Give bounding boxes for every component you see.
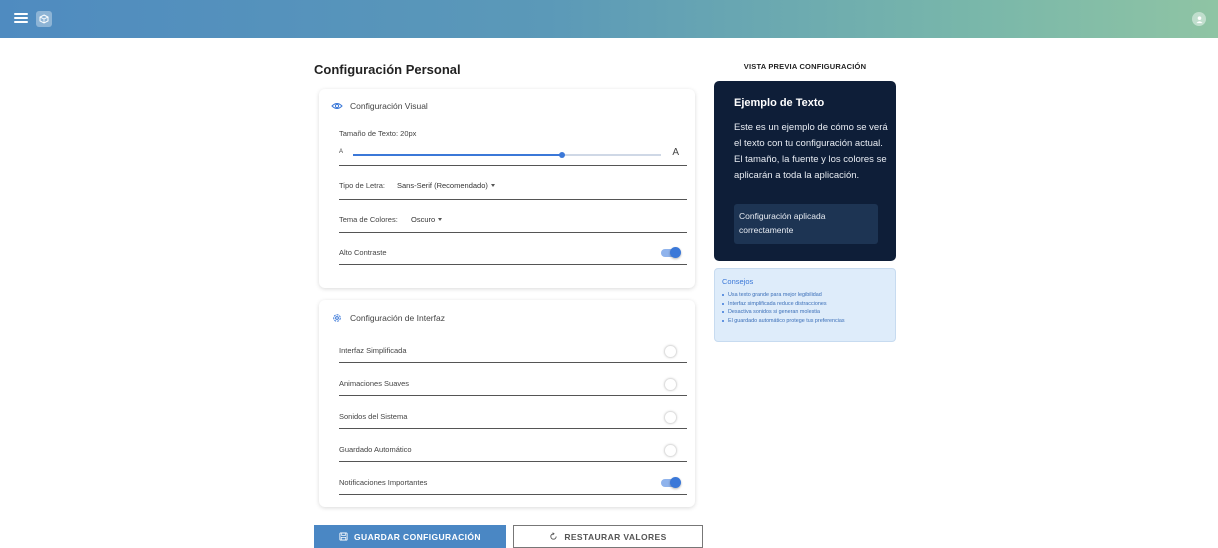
toggle-label: Guardado Automático xyxy=(339,445,412,454)
tip-text: Interfaz simplificada reduce distraccion… xyxy=(728,300,827,307)
slider-thumb[interactable] xyxy=(559,152,566,158)
save-settings-label: GUARDAR CONFIGURACIÓN xyxy=(354,531,481,542)
refresh-icon xyxy=(549,532,558,541)
important-notifications-toggle[interactable] xyxy=(661,477,681,488)
slider-track[interactable] xyxy=(353,152,661,158)
text-size-slider[interactable]: A A xyxy=(339,147,687,161)
visual-settings-heading: Configuración Visual xyxy=(331,100,428,112)
font-type-select[interactable]: Sans-Serif (Recomendado) xyxy=(397,179,687,200)
menu-icon[interactable] xyxy=(14,11,28,25)
preview-status-message: Configuración aplicada correctamente xyxy=(734,204,878,244)
app-logo-icon[interactable] xyxy=(36,11,52,27)
color-theme-value: Oscuro xyxy=(411,215,436,224)
visual-settings-title: Configuración Visual xyxy=(350,101,428,111)
high-contrast-row: Alto Contraste xyxy=(339,246,687,265)
color-theme-label: Tema de Colores: xyxy=(339,215,398,224)
toggle-label: Notificaciones Importantes xyxy=(339,478,428,487)
list-item: Desactiva sonidos si generan molestia xyxy=(722,308,845,317)
toggle-row: Animaciones Suaves xyxy=(339,375,687,396)
preview-title: Ejemplo de Texto xyxy=(734,97,825,109)
interface-settings-heading: Configuración de Interfaz xyxy=(331,312,445,324)
high-contrast-label: Alto Contraste xyxy=(339,248,387,257)
page-title: Configuración Personal xyxy=(314,62,461,77)
slider-fill xyxy=(353,154,563,156)
chevron-down-icon xyxy=(438,218,443,221)
toggle-label: Animaciones Suaves xyxy=(339,379,410,388)
list-item: Usa texto grande para mejor legibilidad xyxy=(722,291,845,300)
tip-text: El guardado automático protege tus prefe… xyxy=(728,317,845,324)
preview-body-text: Este es un ejemplo de cómo se verá el te… xyxy=(734,122,888,181)
toggle-label: Sonidos del Sistema xyxy=(339,412,408,421)
text-size-label: Tamaño de Texto: 20px xyxy=(339,129,417,138)
tip-text: Desactiva sonidos si generan molestia xyxy=(728,309,820,315)
tip-text: Usa texto grande para mejor legibilidad xyxy=(728,292,822,298)
save-settings-button[interactable]: GUARDAR CONFIGURACIÓN xyxy=(314,525,506,548)
chevron-down-icon xyxy=(490,184,495,187)
user-avatar-icon[interactable] xyxy=(1192,12,1206,26)
save-icon xyxy=(339,532,348,541)
preview-card: Ejemplo de Texto Este es un ejemplo de c… xyxy=(714,81,896,261)
preview-heading: VISTA PREVIA CONFIGURACIÓN xyxy=(743,62,867,71)
top-app-bar xyxy=(0,0,1218,38)
reset-values-button[interactable]: RESTAURAR VALORES xyxy=(513,525,703,548)
gear-icon xyxy=(331,312,343,324)
tips-card: Consejos Usa texto grande para mejor leg… xyxy=(714,268,896,342)
list-item: Interfaz simplificada reduce distraccion… xyxy=(722,300,845,309)
toggle-row: Interfaz Simplificada xyxy=(339,342,687,363)
text-size-row: Tamaño de Texto: 20px A A xyxy=(339,127,687,166)
interface-settings-card: Configuración de Interfaz Interfaz Simpl… xyxy=(319,300,695,507)
font-type-label: Tipo de Letra: xyxy=(339,181,385,190)
reset-values-label: RESTAURAR VALORES xyxy=(564,531,667,542)
font-type-value: Sans-Serif (Recomendado) xyxy=(397,181,488,190)
list-item: El guardado automático protege tus prefe… xyxy=(722,317,845,326)
toggle-row: Notificaciones Importantes xyxy=(339,474,687,495)
autosave-toggle[interactable] xyxy=(661,444,679,457)
slider-max-label: A xyxy=(672,147,679,158)
color-theme-select[interactable]: Oscuro xyxy=(411,213,687,233)
toggle-row: Guardado Automático xyxy=(339,441,687,462)
tips-title: Consejos xyxy=(722,277,754,286)
high-contrast-toggle[interactable] xyxy=(661,247,681,258)
smooth-animations-toggle[interactable] xyxy=(661,378,679,391)
eye-icon xyxy=(331,100,343,112)
system-sounds-toggle[interactable] xyxy=(661,411,679,424)
visual-settings-card: Configuración Visual Tamaño de Texto: 20… xyxy=(319,89,695,288)
simplified-interface-toggle[interactable] xyxy=(661,345,679,358)
tips-list: Usa texto grande para mejor legibilidad … xyxy=(722,291,845,325)
slider-min-label: A xyxy=(339,149,344,155)
toggle-row: Sonidos del Sistema xyxy=(339,408,687,429)
interface-settings-title: Configuración de Interfaz xyxy=(350,313,445,323)
toggle-label: Interfaz Simplificada xyxy=(339,346,407,355)
